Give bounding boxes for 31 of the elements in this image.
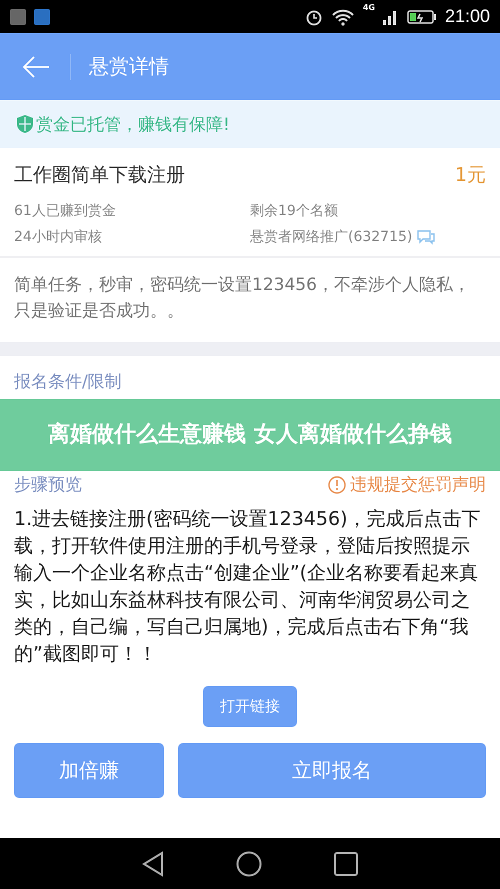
image-notification-icon <box>10 8 26 24</box>
page-title: 悬赏详情 <box>89 53 169 80</box>
step-instructions: 1.进去链接注册(密码统一设置123456)，完成后点击下载，打开软件使用注册的手机号登录，登陆后按照提示输入一个企业名称点击“创建企业”(企业名称要看起来真实，比如山东益林科技有限公司、河南华润贸易公司之类的，自己编，写自己归属地)，完成后点击右下角“我的”截图即可！！ <box>13 507 482 667</box>
app-notification-icon <box>34 8 50 24</box>
back-icon[interactable] <box>22 56 50 78</box>
publisher-name: 悬赏者网络推广(632715) <box>250 228 412 246</box>
open-link-button[interactable]: 打开链接 <box>203 686 297 727</box>
shield-icon <box>16 114 34 134</box>
battery-charging-icon <box>406 8 437 24</box>
steps-heading: 步骤预览 <box>14 474 82 496</box>
clock-time: 21:00 <box>444 6 490 27</box>
network-type-label: 4G <box>362 3 375 12</box>
recents-nav-icon[interactable] <box>334 852 358 876</box>
earned-count: 61人已赚到赏金 <box>14 202 117 220</box>
conditions-heading: 报名条件/限制 <box>14 372 122 392</box>
review-time: 24小时内审核 <box>14 228 103 246</box>
sign-up-button[interactable]: 立即报名 <box>178 743 486 798</box>
double-earn-button[interactable]: 加倍赚 <box>14 743 164 798</box>
alarm-icon <box>304 8 323 26</box>
wifi-icon <box>330 8 355 26</box>
info-icon <box>328 476 346 494</box>
task-title: 工作圈简单下载注册 <box>14 163 185 188</box>
home-nav-icon[interactable] <box>236 850 262 876</box>
reward-amount: 1元 <box>454 163 486 188</box>
signal-icon <box>382 8 399 24</box>
back-nav-icon[interactable] <box>142 850 164 876</box>
remaining-slots: 剩余19个名额 <box>250 202 486 220</box>
escrow-notice: 赏金已托管，赚钱有保障! <box>36 114 230 136</box>
penalty-link[interactable]: 违规提交惩罚声明 <box>328 473 486 496</box>
title-banner: 离婚做什么生意赚钱 女人离婚做什么挣钱 <box>0 399 500 471</box>
task-description: 简单任务，秒审，密码统一设置123456，不牵涉个人隐私，只是验证是否成功。。 <box>13 274 471 323</box>
